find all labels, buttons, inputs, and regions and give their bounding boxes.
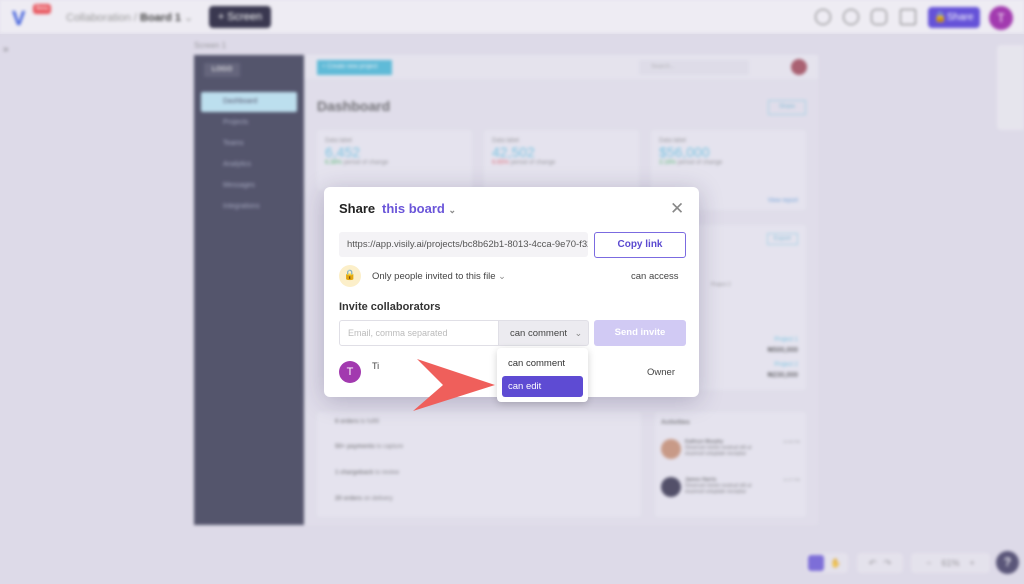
user-role: Owner — [647, 367, 675, 378]
email-input[interactable]: Email, comma separated — [339, 320, 499, 346]
copy-link-button[interactable]: Copy link — [594, 232, 686, 258]
send-invite-button[interactable]: Send invite — [594, 320, 686, 346]
access-select[interactable]: Only people invited to this file ⌄ — [372, 271, 506, 282]
option-can-comment[interactable]: can comment — [502, 353, 583, 374]
share-button[interactable]: 🔒Share — [928, 7, 980, 28]
access-level: can access — [631, 271, 679, 282]
breadcrumb-sep: / — [133, 12, 137, 24]
dialog-title: Share — [339, 201, 376, 216]
lock-icon: 🔒 — [339, 265, 361, 287]
comment-icon[interactable] — [871, 9, 887, 25]
chevron-down-icon: ⌄ — [448, 205, 457, 215]
permission-dropdown: can comment can edit — [497, 348, 588, 402]
option-can-edit[interactable]: can edit — [502, 376, 583, 397]
user-name: Ti — [372, 361, 380, 371]
export-icon[interactable] — [900, 9, 916, 25]
invite-heading: Invite collaborators — [339, 301, 441, 313]
breadcrumb-project[interactable]: Collaboration — [66, 12, 131, 24]
close-icon[interactable]: ✕ — [670, 199, 684, 219]
gauge-icon[interactable] — [815, 9, 831, 25]
search-icon[interactable] — [843, 9, 859, 25]
chevron-down-icon: ⌄ — [574, 328, 583, 338]
lock-icon: 🔒 — [934, 12, 947, 23]
breadcrumb-board[interactable]: Board 1 — [140, 12, 181, 24]
breadcrumb: Collaboration / Board 1 ⌄ — [66, 12, 194, 24]
beta-badge: Beta — [33, 4, 52, 14]
permission-select[interactable]: can comment ⌄ — [498, 320, 589, 346]
pointer-arrow-icon — [413, 359, 495, 411]
user-avatar[interactable]: T — [989, 6, 1013, 30]
top-bar: V Beta Collaboration / Board 1 ⌄ + Scree… — [0, 0, 1024, 34]
visily-logo[interactable]: V — [12, 8, 25, 31]
chevron-down-icon: ⌄ — [498, 271, 506, 281]
share-url-field[interactable]: https://app.visily.ai/projects/bc8b62b1-… — [339, 232, 588, 257]
add-screen-button[interactable]: + Screen — [209, 6, 271, 28]
share-scope-select[interactable]: this board ⌄ — [382, 201, 456, 216]
user-avatar: T — [339, 361, 361, 383]
